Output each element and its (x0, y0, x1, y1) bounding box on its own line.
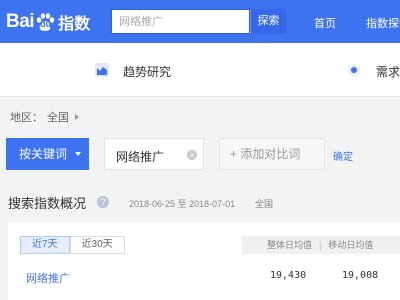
confirm-button[interactable]: 确定 (333, 148, 353, 163)
search-button[interactable]: 探索 (250, 9, 286, 34)
trend-chart-icon (95, 63, 109, 77)
header-divider: | (319, 240, 322, 250)
tab-last-7-days[interactable]: 近7天 (20, 236, 70, 254)
overall-avg-value: 19,430 (270, 270, 307, 281)
period-tabs: 近7天 近30天 (20, 236, 125, 254)
overview-region: 全国 (255, 199, 274, 209)
logo-text-index: 指数 (58, 16, 91, 33)
tab-last-30-days[interactable]: 近30天 (69, 236, 125, 254)
sub-navigation: 趋势研究 需求 (0, 43, 400, 97)
keyword-chip[interactable]: 网络推广 × (104, 138, 204, 170)
search-input[interactable] (112, 10, 249, 33)
caret-down-icon (75, 152, 81, 156)
date-range: 2018-06-25 至 2018-07-01 (129, 199, 236, 209)
demand-graph-icon (348, 64, 360, 76)
baidu-index-logo[interactable]: Bai du 指数 (6, 10, 90, 34)
overall-avg-header: 整体日均值 (267, 240, 313, 250)
row-keyword-link[interactable]: 网络推广 (26, 270, 70, 286)
paw-logo-icon: du (35, 12, 55, 32)
region-breadcrumb[interactable]: 地区： 全国 (10, 109, 79, 125)
nav-index-explore-link[interactable]: 指数探索 (366, 15, 400, 31)
top-header: Bai du 指数 探索 首页 指数探索 (0, 0, 400, 43)
tab-demand-graph[interactable]: 需求 (376, 63, 400, 80)
metric-header: 整体日均值 | 移动日均值 (242, 236, 400, 254)
tab-trend-research[interactable]: 趋势研究 (123, 63, 171, 80)
logo-text-du: du (40, 19, 52, 29)
region-value: 全国 (47, 112, 69, 124)
search-box (111, 9, 250, 34)
overview-card: 近7天 近30天 整体日均值 | 移动日均值 网络推广 19,430 19,00… (8, 222, 400, 300)
mobile-avg-value: 19,008 (342, 270, 379, 281)
nav-home-link[interactable]: 首页 (314, 15, 336, 31)
help-icon[interactable]: ? (97, 196, 109, 208)
logo-text-bai: Bai (6, 11, 35, 32)
keyword-chip-label: 网络推广 (116, 150, 165, 164)
region-label: 地区： (10, 112, 43, 124)
add-compare-word-button[interactable]: + 添加对比词 (219, 138, 325, 170)
section-title: 搜索指数概况 (8, 196, 87, 211)
chevron-right-icon (75, 114, 79, 120)
mobile-avg-header: 移动日均值 (328, 240, 374, 250)
remove-keyword-icon[interactable]: × (187, 150, 197, 160)
